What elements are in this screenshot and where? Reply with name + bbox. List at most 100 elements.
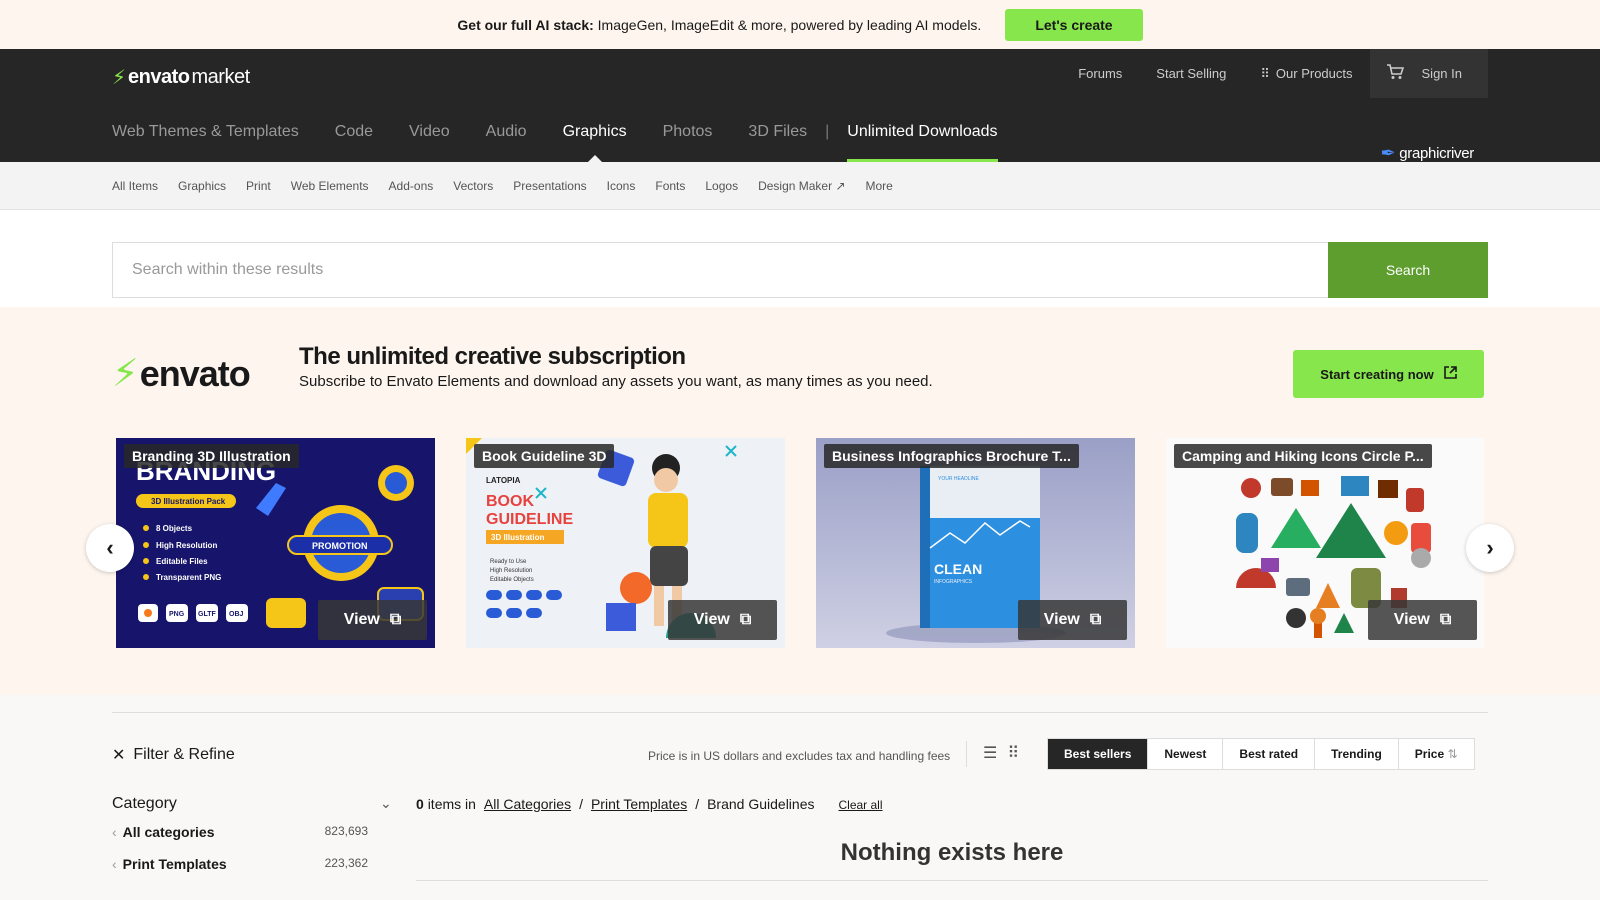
product-card[interactable]: Camping and Hiking Icons Circle P... Vie… bbox=[1166, 438, 1484, 648]
filter-refine-toggle[interactable]: ✕ Filter & Refine bbox=[112, 745, 235, 765]
cart-icon[interactable] bbox=[1386, 64, 1404, 83]
card2-art-title: BOOK bbox=[486, 493, 534, 510]
promo-text: Get our full AI stack: ImageGen, ImageEd… bbox=[457, 17, 981, 33]
view-label: View bbox=[1043, 611, 1080, 628]
chevron-down-icon[interactable]: ⌄ bbox=[380, 795, 392, 812]
carousel-prev-button[interactable]: ‹ bbox=[86, 524, 134, 572]
our-products-menu[interactable]: ⠿ Our Products bbox=[1243, 66, 1369, 82]
view-button[interactable]: View ⧉ bbox=[668, 600, 777, 640]
breadcrumb-sep: / bbox=[579, 796, 583, 812]
subnav-graphics[interactable]: Graphics bbox=[178, 179, 226, 193]
card2-art-brand: LATOPIA bbox=[486, 476, 521, 485]
card1-art-format: PNG bbox=[169, 611, 185, 618]
lets-create-button[interactable]: Let's create bbox=[1005, 8, 1143, 41]
product-card[interactable]: LATOPIA BOOK GUIDELINE 3D Illustration R… bbox=[466, 438, 785, 648]
product-card[interactable]: YOUR HEADLINE CLEAN INFOGRAPHICS Busines… bbox=[816, 438, 1135, 648]
subnav-logos[interactable]: Logos bbox=[705, 179, 738, 193]
view-button[interactable]: View ⧉ bbox=[1368, 600, 1477, 640]
promo-subline: Subscribe to Envato Elements and downloa… bbox=[299, 373, 933, 390]
graphicriver-label: graphicriver bbox=[1399, 144, 1474, 162]
price-note: Price is in US dollars and excludes tax … bbox=[648, 749, 951, 763]
subnav-all-items[interactable]: All Items bbox=[112, 179, 158, 193]
card1-art-format: GLTF bbox=[198, 611, 216, 618]
cat-graphics[interactable]: Graphics bbox=[563, 115, 627, 162]
view-toggle: ☰ ⠿ bbox=[983, 743, 1019, 763]
category-filter-title[interactable]: Category bbox=[112, 795, 177, 813]
envato-market-logo[interactable]: ⚡ envato market bbox=[112, 65, 250, 90]
card1-art-bullet: Editable Files bbox=[156, 557, 208, 566]
sort-newest[interactable]: Newest bbox=[1148, 739, 1224, 769]
start-selling-link[interactable]: Start Selling bbox=[1139, 66, 1243, 81]
chevron-left-icon: ‹ bbox=[112, 824, 117, 840]
view-button[interactable]: View ⧉ bbox=[318, 600, 427, 640]
view-label: View bbox=[343, 611, 380, 628]
card3-art-cover-title: CLEAN bbox=[934, 561, 982, 577]
card1-art-bullet: 8 Objects bbox=[156, 524, 193, 533]
elements-promo: ⚡ envato The unlimited creative subscrip… bbox=[0, 307, 1600, 695]
card1-art-bullet: High Resolution bbox=[156, 541, 217, 550]
view-button[interactable]: View ⧉ bbox=[1018, 600, 1127, 640]
card3-art-cover-sub: INFOGRAPHICS bbox=[934, 579, 973, 585]
empty-state-divider bbox=[416, 880, 1488, 881]
envato-logo-text: envato bbox=[139, 352, 251, 394]
search-input[interactable]: Search within these results bbox=[112, 242, 1328, 298]
chevron-right-icon: › bbox=[1486, 535, 1494, 560]
search-button[interactable]: Search bbox=[1328, 242, 1488, 298]
sort-best-sellers[interactable]: Best sellers bbox=[1048, 739, 1149, 769]
sort-best-rated[interactable]: Best rated bbox=[1223, 739, 1316, 769]
card2-art-bullet: High Resolution bbox=[490, 568, 532, 574]
grid-view-icon[interactable]: ⠿ bbox=[1007, 743, 1019, 763]
subnav-presentations[interactable]: Presentations bbox=[513, 179, 586, 193]
filter-label: Filter & Refine bbox=[133, 746, 235, 763]
sign-in-link[interactable]: Sign In bbox=[1422, 66, 1462, 81]
subnav-vectors[interactable]: Vectors bbox=[453, 179, 493, 193]
items-in-label: items in bbox=[427, 796, 476, 812]
cat-photos[interactable]: Photos bbox=[663, 115, 713, 162]
breadcrumb-sep: / bbox=[695, 796, 700, 812]
envato-logo[interactable]: ⚡ envato bbox=[112, 351, 251, 396]
start-creating-button[interactable]: Start creating now bbox=[1293, 350, 1484, 398]
card-title: Book Guideline 3D bbox=[474, 444, 615, 468]
chevron-left-icon: ‹ bbox=[106, 535, 114, 560]
subnav-add-ons[interactable]: Add-ons bbox=[389, 179, 434, 193]
subnav-print[interactable]: Print bbox=[246, 179, 271, 193]
external-link-icon: ⧉ bbox=[1089, 611, 1102, 628]
sort-trending[interactable]: Trending bbox=[1315, 739, 1399, 769]
empty-state-message: Nothing exists here bbox=[840, 839, 1064, 866]
forums-link[interactable]: Forums bbox=[1061, 66, 1139, 81]
cat-audio[interactable]: Audio bbox=[486, 115, 527, 162]
promo-body: ImageGen, ImageEdit & more, powered by l… bbox=[597, 16, 982, 33]
external-link-icon: ⧉ bbox=[389, 611, 402, 628]
breadcrumb-brand-guidelines: Brand Guidelines bbox=[707, 796, 815, 812]
subnav-web-elements[interactable]: Web Elements bbox=[291, 179, 369, 193]
clear-all-link[interactable]: Clear all bbox=[839, 798, 883, 812]
subnav-fonts[interactable]: Fonts bbox=[655, 179, 685, 193]
start-creating-label: Start creating now bbox=[1320, 366, 1434, 382]
cart-signin: Sign In bbox=[1369, 49, 1488, 98]
subnav-design-maker[interactable]: Design Maker ↗ bbox=[758, 179, 845, 193]
breadcrumb: 0 items in All Categories / Print Templa… bbox=[416, 796, 883, 812]
our-products-label: Our Products bbox=[1275, 65, 1353, 81]
list-view-icon[interactable]: ☰ bbox=[983, 743, 997, 763]
unlimited-downloads-link[interactable]: Unlimited Downloads bbox=[847, 115, 998, 162]
cat-video[interactable]: Video bbox=[409, 115, 450, 162]
utility-nav: Forums Start Selling ⠿ Our Products Sign … bbox=[1061, 49, 1488, 98]
cat-code[interactable]: Code bbox=[335, 115, 373, 162]
category-row[interactable]: ‹ Print Templates 223,362 bbox=[112, 856, 368, 872]
subnav-icons[interactable]: Icons bbox=[607, 179, 636, 193]
carousel-next-button[interactable]: › bbox=[1466, 524, 1514, 572]
sort-price[interactable]: Price ⇅ bbox=[1399, 739, 1474, 769]
card2-art-pill: 3D Illustration bbox=[491, 533, 544, 542]
cat-3d-files[interactable]: 3D Files bbox=[748, 115, 807, 162]
card3-art-cover-top: YOUR HEADLINE bbox=[938, 476, 980, 482]
product-card[interactable]: BRANDING 3D Illustration Pack 8 Objects … bbox=[116, 438, 435, 648]
breadcrumb-all-categories[interactable]: All Categories bbox=[484, 796, 571, 812]
cat-web-themes[interactable]: Web Themes & Templates bbox=[112, 115, 299, 162]
category-row[interactable]: ‹ All categories 823,693 bbox=[112, 824, 368, 840]
promo-lead: Get our full AI stack: bbox=[457, 16, 594, 33]
subnav-more[interactable]: More bbox=[866, 179, 893, 193]
envato-leaf-icon: ⚡ bbox=[112, 67, 127, 89]
category-row-name: All categories bbox=[122, 824, 215, 840]
breadcrumb-print-templates[interactable]: Print Templates bbox=[591, 796, 687, 812]
external-link-icon: ⧉ bbox=[739, 611, 752, 628]
